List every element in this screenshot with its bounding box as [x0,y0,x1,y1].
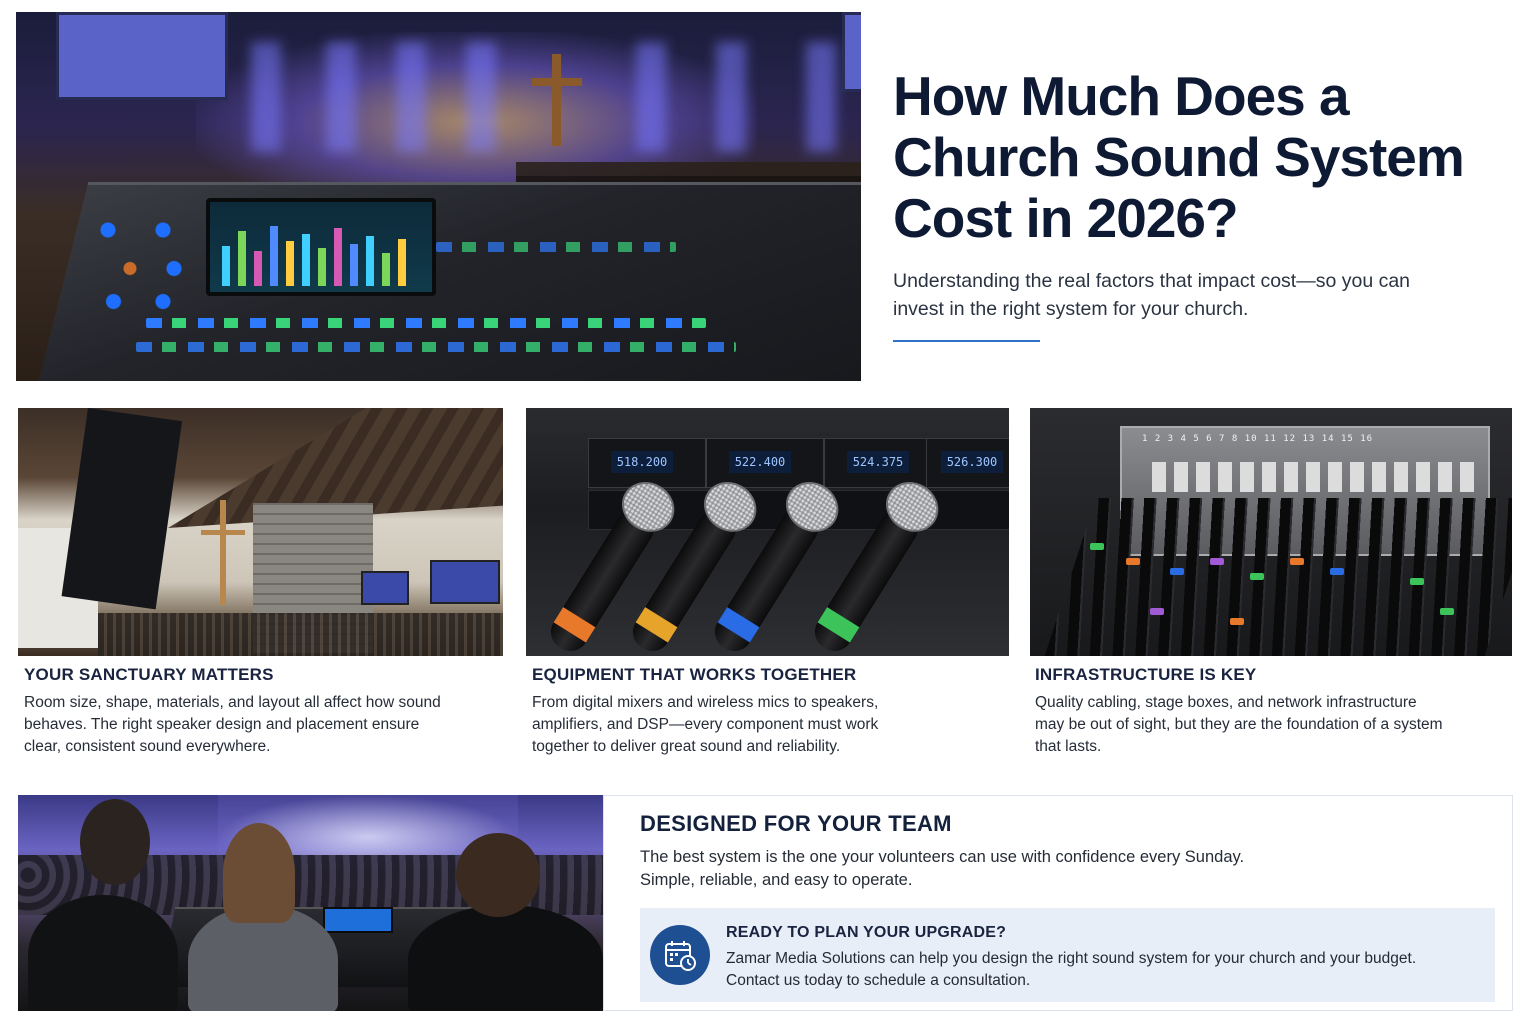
frequency-readout: 522.400 [729,451,791,473]
team-description: The best system is the one your voluntee… [640,846,1244,892]
team-title: DESIGNED FOR YOUR TEAM [640,811,952,836]
card-text-equipment: From digital mixers and wireless mics to… [532,694,879,755]
frequency-readout: 526.300 [941,451,1003,473]
cta-text-line: Contact us today to schedule a consultat… [726,972,1031,989]
cta-description: Zamar Media Solutions can help you desig… [726,948,1416,992]
frequency-readout: 518.200 [611,451,673,473]
line-array-speaker [61,408,183,610]
card-text-infrastructure: Quality cabling, stage boxes, and networ… [1035,694,1443,755]
cross-icon [552,54,561,146]
team-text-line: Simple, reliable, and easy to operate. [640,871,913,889]
volunteer-team-image [18,795,603,1011]
calendar-clock-icon [650,925,710,985]
console-screen [206,198,436,296]
card-title-sanctuary: YOUR SANCTUARY MATTERS [24,665,274,684]
card-title-equipment: EQUIPMENT THAT WORKS TOGETHER [532,665,857,684]
hero-image-sound-console [16,12,861,381]
page-subtitle: Understanding the real factors that impa… [893,270,1411,320]
cta-title: READY TO PLAN YOUR UPGRADE? [726,924,1007,941]
sanctuary-image [18,408,503,656]
stage-box-cabling-image: 1 2 3 4 5 6 7 8 10 11 12 13 14 15 16 [1030,408,1512,656]
frequency-readout: 524.375 [847,451,909,473]
card-title-infrastructure: INFRASTRUCTURE IS KEY [1035,665,1257,684]
cross-icon [220,500,226,605]
accent-divider [893,340,1040,342]
wireless-mics-image: 518.200 522.400 524.375 526.300 [526,408,1009,656]
cable-bundle [1044,498,1512,656]
card-text-sanctuary: Room size, shape, materials, and layout … [24,694,441,755]
channel-numbers: 1 2 3 4 5 6 7 8 10 11 12 13 14 15 16 [1142,434,1374,444]
team-text-line: The best system is the one your voluntee… [640,848,1245,866]
page-title: How Much Does a Church Sound System Cost… [893,65,1465,249]
cta-text-line: Zamar Media Solutions can help you desig… [726,950,1417,967]
